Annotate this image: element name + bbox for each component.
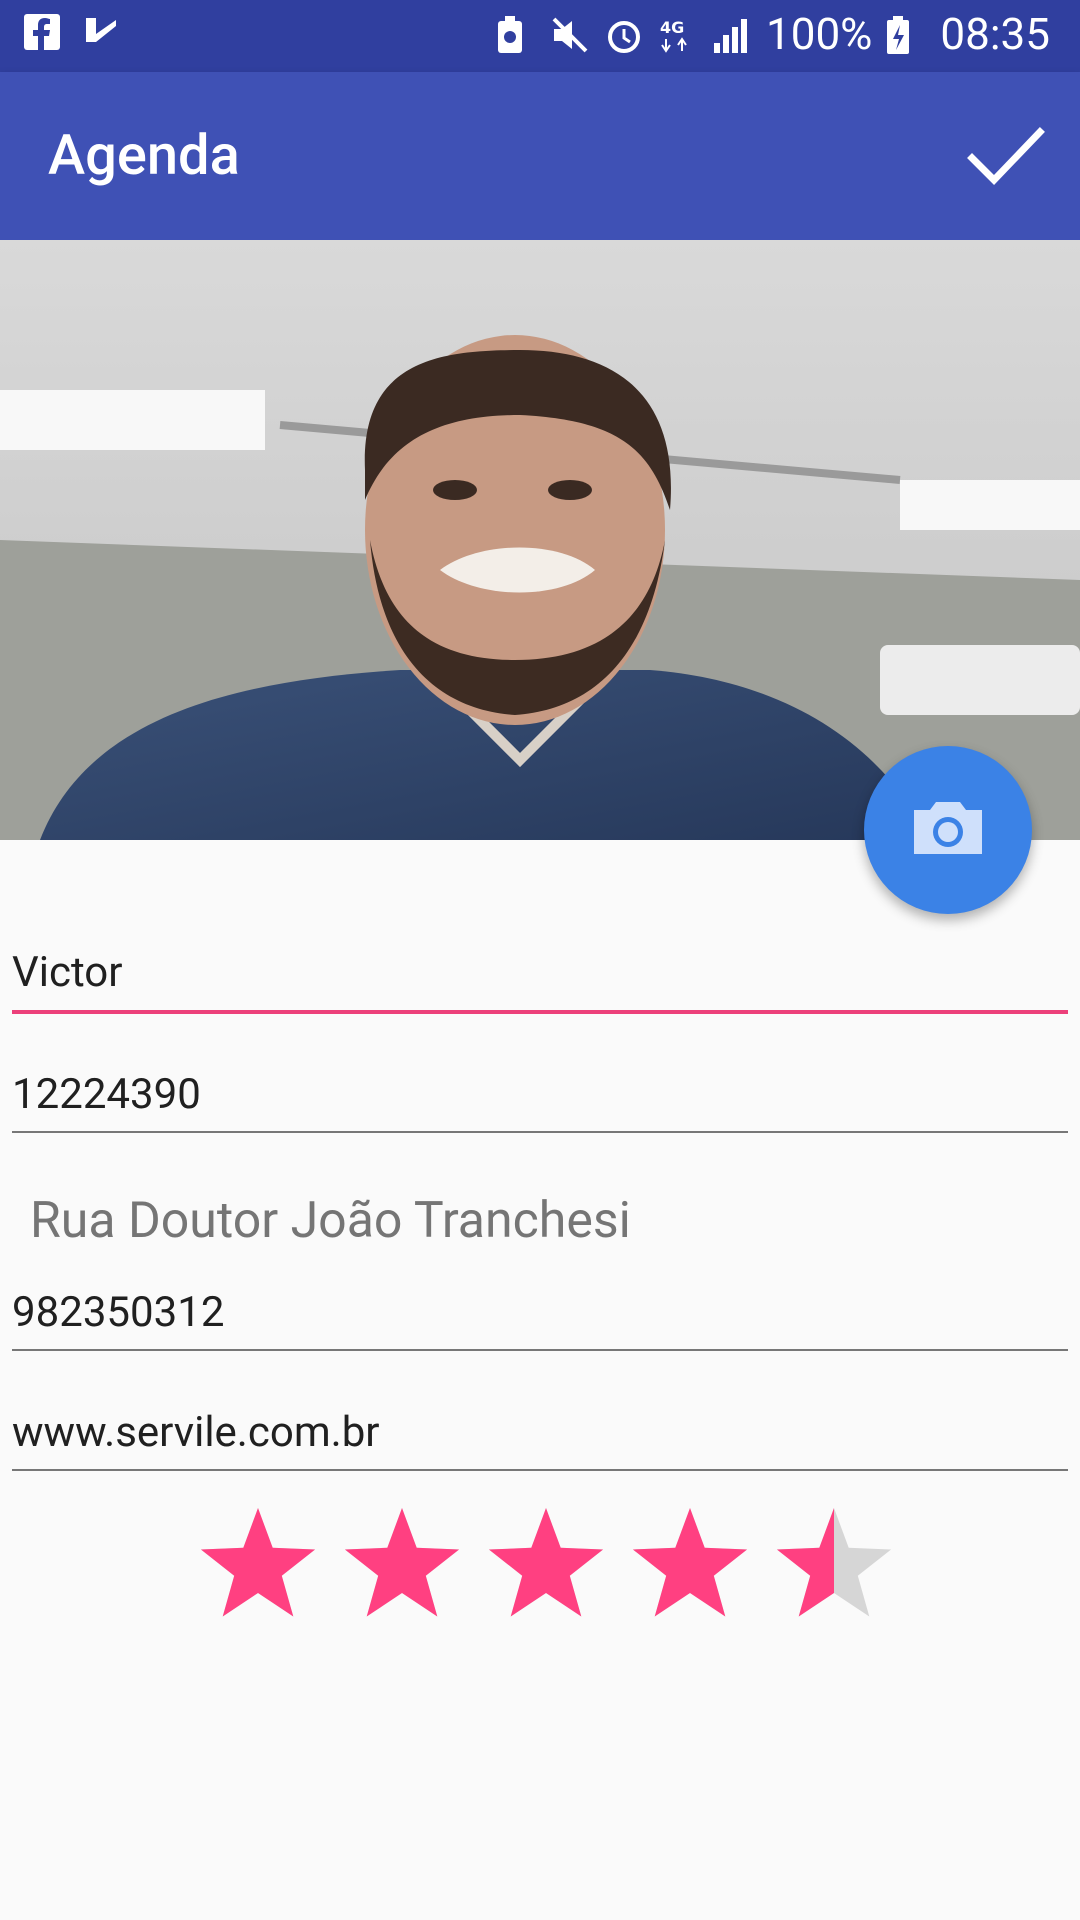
facebook-icon — [24, 14, 64, 54]
rating-star-icon[interactable] — [776, 1508, 892, 1617]
status-bar: 4G 100% 08:35 — [0, 0, 1080, 72]
mobile-field[interactable]: 982350312 — [12, 1288, 1068, 1352]
battery-saver-icon — [496, 14, 536, 54]
camera-button[interactable] — [864, 746, 1032, 914]
inbox-check-icon — [84, 14, 124, 54]
phone-field[interactable]: 12224390 — [12, 1070, 1068, 1134]
4g-icon: 4G — [658, 14, 698, 54]
battery-percent: 100% — [766, 8, 873, 60]
rating-star-icon[interactable] — [632, 1508, 748, 1617]
rating-star-icon[interactable] — [344, 1508, 460, 1617]
mute-icon — [550, 14, 590, 54]
battery-charging-icon — [886, 14, 926, 54]
phone-underline — [12, 1131, 1068, 1133]
mobile-underline — [12, 1349, 1068, 1351]
address-text[interactable]: Rua Doutor João Tranchesi — [30, 1192, 631, 1250]
signal-icon — [712, 14, 752, 54]
camera-icon — [908, 796, 988, 864]
website-input[interactable]: www.servile.com.br — [12, 1408, 1068, 1457]
rating-star-icon[interactable] — [488, 1508, 604, 1617]
rating-bar[interactable] — [186, 1500, 906, 1630]
app-toolbar: Agenda — [0, 72, 1080, 240]
alarm-icon — [604, 14, 644, 54]
check-icon[interactable] — [966, 120, 1046, 192]
svg-text:4G: 4G — [660, 18, 684, 37]
phone-input[interactable]: 12224390 — [12, 1070, 1068, 1119]
clock: 08:35 — [940, 8, 1050, 60]
name-field[interactable]: Victor — [12, 948, 1068, 1014]
name-input[interactable]: Victor — [12, 948, 1068, 997]
rating-star-icon[interactable] — [200, 1508, 316, 1617]
website-underline — [12, 1469, 1068, 1471]
contact-photo — [0, 240, 1080, 840]
page-title: Agenda — [48, 122, 240, 188]
name-underline — [12, 1010, 1068, 1014]
website-field[interactable]: www.servile.com.br — [12, 1408, 1068, 1472]
mobile-input[interactable]: 982350312 — [12, 1288, 1068, 1337]
